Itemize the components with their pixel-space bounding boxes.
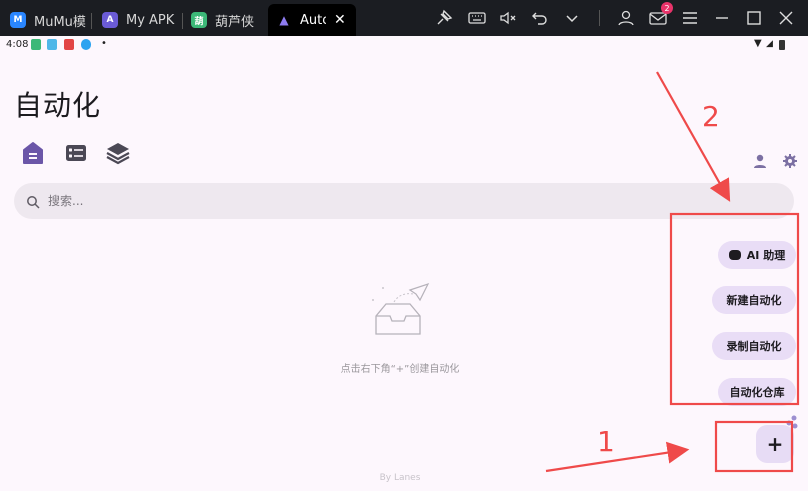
keyboard-icon[interactable] bbox=[467, 8, 487, 28]
mute-icon[interactable] bbox=[498, 8, 518, 28]
record-automation-button[interactable]: 录制自动化 bbox=[712, 332, 796, 360]
nav-list-icon[interactable] bbox=[63, 140, 89, 166]
tab-auto-label: Auto bbox=[300, 12, 326, 28]
app-notification-icon bbox=[64, 39, 74, 50]
notification-badge: 2 bbox=[661, 2, 673, 14]
tab-mumu-label: MuMu模 bbox=[34, 14, 86, 30]
automation-repository-button[interactable]: 自动化仓库 bbox=[718, 378, 796, 406]
page-title: 自动化 bbox=[14, 89, 102, 122]
pin-icon[interactable] bbox=[434, 8, 454, 28]
app-notification-icon bbox=[31, 39, 41, 50]
status-dot: • bbox=[101, 38, 107, 49]
account-icon[interactable] bbox=[752, 153, 768, 169]
tab-divider bbox=[91, 13, 92, 29]
new-automation-button[interactable]: 新建自动化 bbox=[712, 286, 796, 314]
tab-huluxia-label: 葫芦侠 bbox=[215, 14, 255, 30]
tab-mumu[interactable]: M MuMu模 bbox=[10, 4, 88, 36]
ai-assistant-label: AI 助理 bbox=[746, 249, 786, 262]
annotation-label-2: 2 bbox=[702, 100, 720, 133]
menu-icon[interactable] bbox=[680, 8, 700, 28]
floating-assistant-icon[interactable] bbox=[786, 414, 798, 429]
tab-divider bbox=[182, 13, 183, 29]
fab-add-button[interactable]: + bbox=[756, 425, 794, 463]
user-icon[interactable] bbox=[616, 8, 636, 28]
annotation-overlay bbox=[545, 71, 800, 473]
status-time: 4:08 bbox=[6, 39, 29, 50]
search-icon bbox=[26, 194, 40, 209]
ai-assistant-button[interactable]: AI 助理 bbox=[718, 241, 796, 269]
tab-my-apk[interactable]: A My APK bbox=[102, 4, 180, 36]
footer-credit: By Lanes bbox=[379, 473, 421, 483]
app-notification-icon bbox=[47, 39, 57, 50]
huluxia-icon: 葫 bbox=[191, 12, 207, 28]
search-bar[interactable] bbox=[14, 183, 794, 219]
window-tab-bar: M MuMu模 A My APK 葫 葫芦侠 ▲ Auto ✕ 2 bbox=[0, 0, 808, 36]
undo-icon[interactable] bbox=[530, 8, 550, 28]
battery-icon bbox=[779, 40, 785, 50]
app-notification-icon bbox=[81, 39, 91, 50]
empty-state-inbox-icon bbox=[364, 282, 432, 338]
nav-home-icon[interactable] bbox=[20, 140, 46, 166]
empty-state-text: 点击右下角“+”创建自动化 bbox=[340, 364, 460, 375]
minimize-icon[interactable] bbox=[712, 8, 732, 28]
apk-icon: A bbox=[102, 12, 118, 28]
toolbar-divider bbox=[599, 10, 600, 26]
search-input[interactable] bbox=[48, 194, 748, 208]
auto-icon: ▲ bbox=[279, 13, 289, 27]
maximize-icon[interactable] bbox=[744, 8, 764, 28]
tab-close-icon[interactable]: ✕ bbox=[334, 12, 346, 28]
mail-icon[interactable]: 2 bbox=[648, 2, 673, 28]
annotation-arrow-2 bbox=[656, 71, 731, 202]
annotation-label-1: 1 bbox=[597, 425, 615, 458]
nav-layers-icon[interactable] bbox=[105, 140, 131, 166]
settings-gear-icon[interactable] bbox=[782, 153, 798, 169]
robot-icon bbox=[728, 250, 741, 260]
wifi-icon: ▼ bbox=[754, 38, 762, 49]
annotation-arrow-1 bbox=[545, 441, 690, 473]
mumu-icon: M bbox=[10, 12, 26, 28]
chevron-down-icon[interactable] bbox=[562, 8, 582, 28]
android-status-bar: 4:08 • ▼ ◢ bbox=[0, 36, 808, 54]
signal-icon: ◢ bbox=[766, 39, 773, 49]
close-window-icon[interactable] bbox=[776, 8, 796, 28]
tab-my-apk-label: My APK bbox=[126, 12, 175, 28]
tab-huluxia[interactable]: 葫 葫芦侠 bbox=[191, 4, 261, 36]
tab-auto-active[interactable]: ▲ Auto ✕ bbox=[268, 4, 356, 36]
